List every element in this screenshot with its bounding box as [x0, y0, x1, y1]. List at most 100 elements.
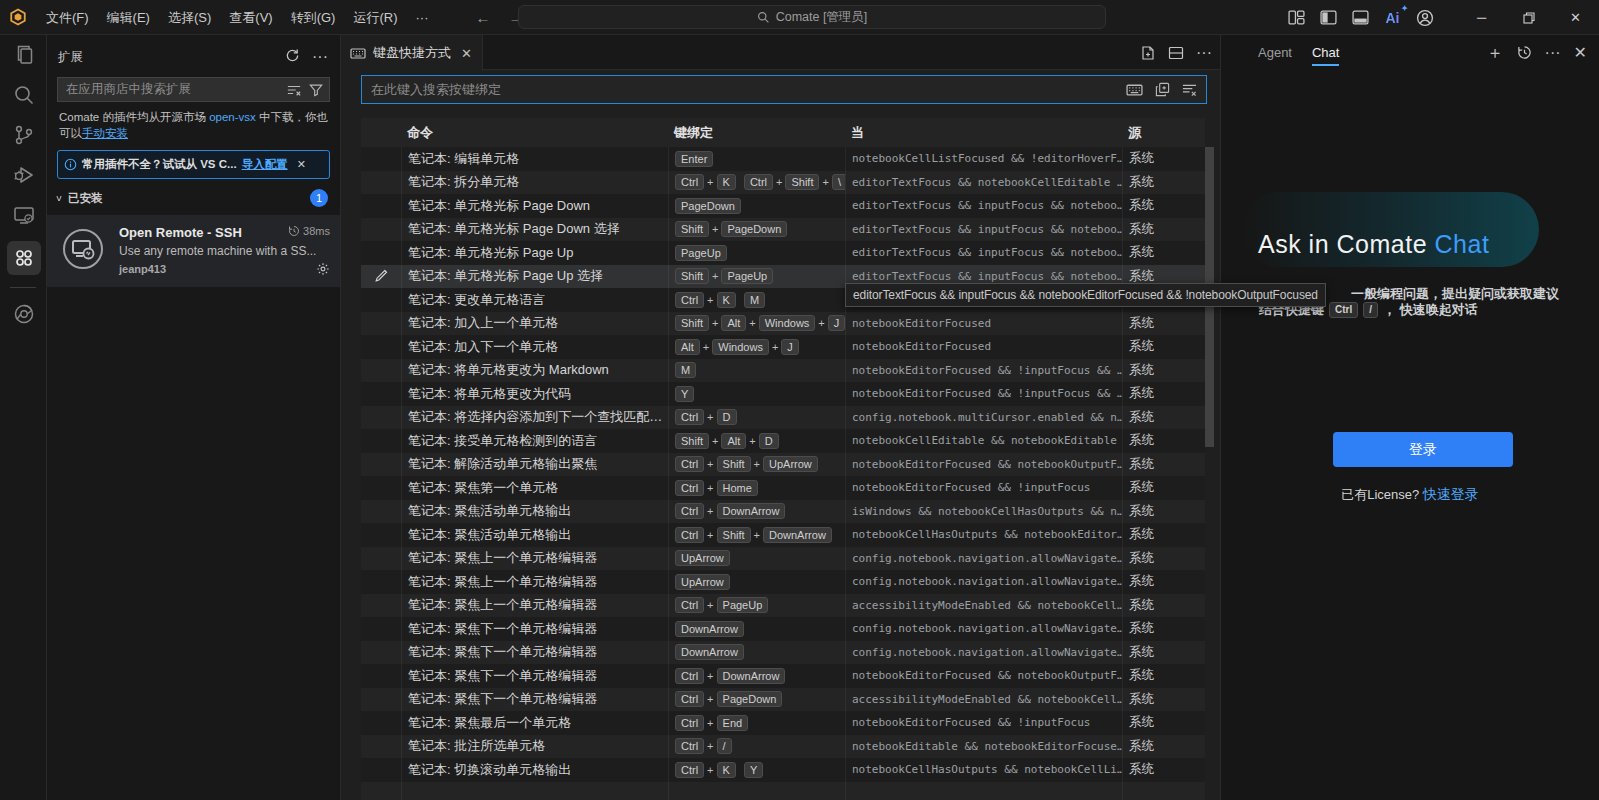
header-keybinding[interactable]: 键绑定 — [668, 124, 845, 142]
sort-precedence-icon[interactable] — [1155, 82, 1170, 97]
keybinding-row[interactable]: 笔记本: 聚焦最后一个单元格Ctrl+EndnotebookEditorFocu… — [361, 711, 1205, 735]
remote-explorer-icon[interactable] — [0, 195, 47, 235]
clear-filter-icon[interactable] — [287, 83, 301, 97]
account-icon[interactable] — [1415, 8, 1434, 27]
gear-icon[interactable] — [316, 262, 330, 276]
keybinding-search-placeholder: 在此键入搜索按键绑定 — [371, 81, 1114, 99]
keybinding-search-input[interactable]: 在此键入搜索按键绑定 — [361, 75, 1207, 104]
menu-file[interactable]: 文件(F) — [37, 0, 98, 35]
explorer-icon[interactable] — [0, 35, 47, 75]
keybinding-row[interactable]: 笔记本: 批注所选单元格Ctrl+/notebookEditable && no… — [361, 735, 1205, 759]
keybinding-row[interactable]: 笔记本: 聚焦下一个单元格编辑器Ctrl+DownArrownotebookEd… — [361, 664, 1205, 688]
keybinding-cell: Ctrl+DownArrow — [668, 500, 845, 524]
when-cell: notebookCellListFocused && !editorHoverF… — [845, 147, 1122, 171]
keybinding-row[interactable] — [361, 782, 1205, 800]
keybinding-row[interactable]: 笔记本: 将单元格更改为代码YnotebookEditorFocused && … — [361, 382, 1205, 406]
keybinding-row[interactable]: 笔记本: 解除活动单元格输出聚焦Ctrl+Shift+UpArrownotebo… — [361, 453, 1205, 477]
import-config-notice: 常用插件不全？试试从 VS C... 导入配置 ✕ — [57, 150, 330, 179]
key-chip: Shift — [785, 174, 819, 190]
import-config-link[interactable]: 导入配置 — [242, 157, 288, 172]
menu-more[interactable]: ··· — [406, 0, 437, 35]
source-control-icon[interactable] — [0, 115, 47, 155]
header-when[interactable]: 当 — [845, 124, 1122, 142]
customize-layout-icon[interactable] — [1287, 8, 1306, 27]
keybinding-row[interactable]: 笔记本: 切换滚动单元格输出Ctrl+KYnotebookCellHasOutp… — [361, 758, 1205, 782]
chevron-down-icon[interactable]: ∨ — [55, 193, 63, 203]
menu-run[interactable]: 运行(R) — [344, 0, 406, 35]
new-chat-icon[interactable]: ＋ — [1487, 41, 1504, 64]
keybinding-row[interactable]: 笔记本: 聚焦上一个单元格编辑器UpArrowconfig.notebook.n… — [361, 570, 1205, 594]
run-debug-icon[interactable] — [0, 155, 47, 195]
chat-more-icon[interactable]: ··· — [1545, 44, 1561, 62]
menu-view[interactable]: 查看(V) — [220, 0, 281, 35]
clear-keybinding-filter-icon[interactable] — [1182, 82, 1197, 97]
header-command[interactable]: 命令 — [401, 124, 668, 142]
toggle-panel-icon[interactable] — [1351, 8, 1370, 27]
keybinding-row[interactable]: 笔记本: 拆分单元格Ctrl+KCtrl+Shift+\editorTextFo… — [361, 171, 1205, 195]
menu-edit[interactable]: 编辑(E) — [98, 0, 159, 35]
installed-section-label[interactable]: 已安装 — [68, 191, 310, 206]
quick-login-link[interactable]: 快速登录 — [1423, 486, 1479, 502]
open-changes-icon[interactable] — [1140, 45, 1156, 61]
tab-close-icon[interactable]: ✕ — [461, 46, 472, 61]
tab-keyboard-shortcuts[interactable]: 键盘快捷方式 ✕ — [341, 35, 483, 71]
menu-selection[interactable]: 选择(S) — [159, 0, 220, 35]
login-button[interactable]: 登录 — [1333, 432, 1513, 467]
record-keys-icon[interactable] — [1126, 81, 1143, 98]
split-editor-icon[interactable] — [1168, 45, 1184, 61]
keybinding-row[interactable]: 笔记本: 单元格光标 Page Down 选择Shift+PageDownedi… — [361, 218, 1205, 242]
key-chip: PageDown — [675, 198, 741, 214]
keybinding-row[interactable]: 笔记本: 将选择内容添加到下一个查找匹配…Ctrl+Dconfig.notebo… — [361, 406, 1205, 430]
command-cell: 笔记本: 单元格光标 Page Up 选择 — [401, 265, 668, 289]
window-minimize-button[interactable]: ─ — [1458, 0, 1505, 35]
keybinding-row[interactable]: 笔记本: 聚焦下一个单元格编辑器DownArrowconfig.notebook… — [361, 641, 1205, 665]
chat-close-icon[interactable]: ✕ — [1574, 43, 1587, 62]
search-icon[interactable] — [0, 75, 47, 115]
edit-keybinding-icon[interactable] — [361, 269, 401, 283]
ai-assistant-icon[interactable]: Ai✦ — [1383, 8, 1402, 27]
when-cell: notebookEditorFocused && !inputFocus — [845, 476, 1122, 500]
toggle-sidebar-icon[interactable] — [1319, 8, 1338, 27]
extensions-icon[interactable] — [0, 235, 47, 281]
keybinding-row[interactable]: 笔记本: 加入上一个单元格Shift+Alt+Windows+Jnotebook… — [361, 312, 1205, 336]
when-cell: isWindows && notebookCellHasOutputs && n… — [845, 500, 1122, 524]
keybinding-row[interactable]: 笔记本: 聚焦第一个单元格Ctrl+HomenotebookEditorFocu… — [361, 476, 1205, 500]
keybinding-row[interactable]: 笔记本: 聚焦上一个单元格编辑器Ctrl+PageUpaccessibility… — [361, 594, 1205, 618]
keybinding-row[interactable]: 笔记本: 编辑单元格EnternotebookCellListFocused &… — [361, 147, 1205, 171]
nav-back-icon[interactable]: ← — [475, 9, 490, 26]
menu-go[interactable]: 转到(G) — [282, 0, 345, 35]
manual-install-link[interactable]: 手动安装 — [82, 127, 128, 139]
command-cell: 笔记本: 聚焦下一个单元格编辑器 — [401, 664, 668, 688]
search-icon — [757, 11, 770, 24]
notice-close-icon[interactable]: ✕ — [297, 158, 306, 171]
more-actions-icon[interactable]: ··· — [312, 48, 328, 66]
history-icon[interactable] — [1517, 45, 1532, 60]
keybinding-row[interactable]: 笔记本: 聚焦下一个单元格编辑器DownArrowconfig.notebook… — [361, 617, 1205, 641]
keybinding-row[interactable]: 笔记本: 单元格光标 Page UpPageUpeditorTextFocus … — [361, 241, 1205, 265]
editor-more-actions-icon[interactable]: ··· — [1196, 44, 1212, 62]
tab-chat[interactable]: Chat — [1312, 35, 1339, 70]
browser-icon[interactable] — [0, 294, 47, 334]
key-chip: Windows — [712, 339, 769, 355]
key-chip: Alt — [675, 339, 700, 355]
key-chip: Shift — [675, 268, 709, 284]
tab-agent[interactable]: Agent — [1258, 35, 1292, 70]
filter-icon[interactable] — [309, 83, 323, 97]
keybinding-row[interactable]: 笔记本: 聚焦活动单元格输出Ctrl+DownArrowisWindows &&… — [361, 500, 1205, 524]
window-restore-button[interactable] — [1505, 0, 1552, 35]
keybinding-row[interactable]: 笔记本: 单元格光标 Page DownPageDowneditorTextFo… — [361, 194, 1205, 218]
keybinding-row[interactable]: 笔记本: 将单元格更改为 MarkdownMnotebookEditorFocu… — [361, 359, 1205, 383]
refresh-icon[interactable] — [285, 48, 300, 66]
extensions-search-input[interactable]: 在应用商店中搜索扩展 — [57, 77, 330, 102]
keybinding-row[interactable]: 笔记本: 接受单元格检测到的语言Shift+Alt+DnotebookCellE… — [361, 429, 1205, 453]
command-center-search[interactable]: Comate [管理员] — [518, 5, 1106, 29]
open-vsx-link[interactable]: open-vsx — [209, 111, 256, 123]
keybinding-row[interactable]: 笔记本: 加入下一个单元格Alt+Windows+JnotebookEditor… — [361, 335, 1205, 359]
keybinding-row[interactable]: 笔记本: 聚焦下一个单元格编辑器Ctrl+PageDownaccessibili… — [361, 688, 1205, 712]
window-close-button[interactable]: ✕ — [1552, 0, 1599, 35]
extension-item-open-remote-ssh[interactable]: Open Remote - SSH 38ms Use any remote ma… — [47, 215, 340, 287]
keybinding-row[interactable]: 笔记本: 聚焦活动单元格输出Ctrl+Shift+DownArrownotebo… — [361, 523, 1205, 547]
keybinding-row[interactable]: 笔记本: 聚焦上一个单元格编辑器UpArrowconfig.notebook.n… — [361, 547, 1205, 571]
sidebar-title: 扩展 — [58, 49, 285, 66]
header-source[interactable]: 源 — [1122, 124, 1205, 142]
